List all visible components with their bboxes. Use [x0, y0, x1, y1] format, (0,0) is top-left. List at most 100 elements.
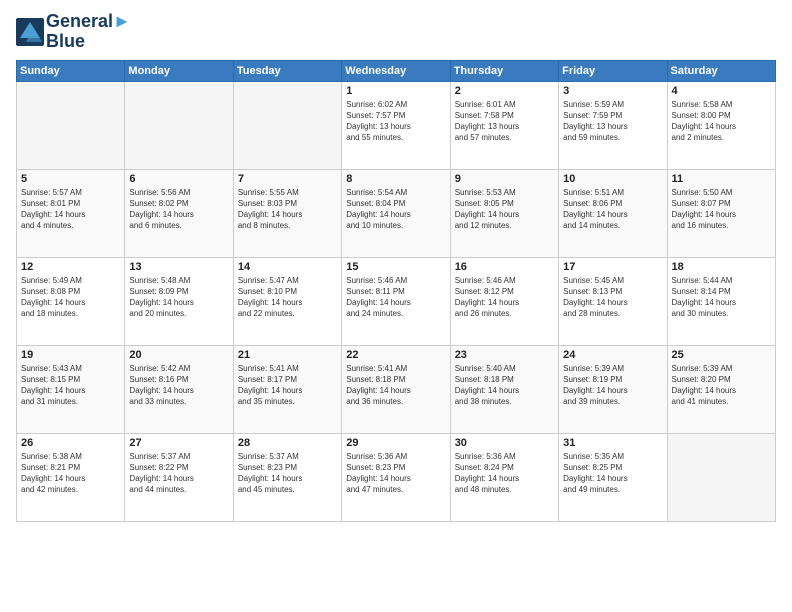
day-number: 15 — [346, 261, 445, 273]
day-number: 22 — [346, 349, 445, 361]
day-number: 27 — [129, 437, 228, 449]
calendar-cell — [667, 433, 775, 521]
day-info: Sunrise: 6:01 AM Sunset: 7:58 PM Dayligh… — [455, 99, 554, 144]
day-number: 29 — [346, 437, 445, 449]
calendar-cell — [233, 81, 341, 169]
calendar-cell: 7 Sunrise: 5:55 AM Sunset: 8:03 PM Daylig… — [233, 169, 341, 257]
day-info: Sunrise: 5:47 AM Sunset: 8:10 PM Dayligh… — [238, 275, 337, 320]
day-info: Sunrise: 5:43 AM Sunset: 8:15 PM Dayligh… — [21, 363, 120, 408]
calendar-cell — [125, 81, 233, 169]
week-row-3: 19 Sunrise: 5:43 AM Sunset: 8:15 PM Dayli… — [17, 345, 776, 433]
day-number: 30 — [455, 437, 554, 449]
day-number: 1 — [346, 85, 445, 97]
day-info: Sunrise: 5:55 AM Sunset: 8:03 PM Dayligh… — [238, 187, 337, 232]
day-number: 25 — [672, 349, 771, 361]
day-info: Sunrise: 5:56 AM Sunset: 8:02 PM Dayligh… — [129, 187, 228, 232]
day-number: 6 — [129, 173, 228, 185]
day-info: Sunrise: 5:36 AM Sunset: 8:23 PM Dayligh… — [346, 451, 445, 496]
calendar-cell: 24 Sunrise: 5:39 AM Sunset: 8:19 PM Dayli… — [559, 345, 667, 433]
calendar-cell: 12Sunrise: 5:49 AM Sunset: 8:08 PM Dayli… — [17, 257, 125, 345]
day-info: Sunrise: 5:46 AM Sunset: 8:12 PM Dayligh… — [455, 275, 554, 320]
logo-icon — [16, 18, 44, 46]
calendar-cell: 25 Sunrise: 5:39 AM Sunset: 8:20 PM Dayli… — [667, 345, 775, 433]
day-info: Sunrise: 5:37 AM Sunset: 8:22 PM Dayligh… — [129, 451, 228, 496]
calendar-cell: 17 Sunrise: 5:45 AM Sunset: 8:13 PM Dayli… — [559, 257, 667, 345]
weekday-header-row: SundayMondayTuesdayWednesdayThursdayFrid… — [17, 60, 776, 81]
calendar-cell: 15 Sunrise: 5:46 AM Sunset: 8:11 PM Dayli… — [342, 257, 450, 345]
day-number: 4 — [672, 85, 771, 97]
calendar-cell — [17, 81, 125, 169]
day-info: Sunrise: 5:58 AM Sunset: 8:00 PM Dayligh… — [672, 99, 771, 144]
day-number: 7 — [238, 173, 337, 185]
day-info: Sunrise: 5:41 AM Sunset: 8:18 PM Dayligh… — [346, 363, 445, 408]
calendar-cell: 9 Sunrise: 5:53 AM Sunset: 8:05 PM Daylig… — [450, 169, 558, 257]
day-number: 3 — [563, 85, 662, 97]
day-number: 23 — [455, 349, 554, 361]
day-number: 11 — [672, 173, 771, 185]
day-info: Sunrise: 5:40 AM Sunset: 8:18 PM Dayligh… — [455, 363, 554, 408]
day-info: Sunrise: 5:59 AM Sunset: 7:59 PM Dayligh… — [563, 99, 662, 144]
day-number: 18 — [672, 261, 771, 273]
calendar-cell: 10Sunrise: 5:51 AM Sunset: 8:06 PM Dayli… — [559, 169, 667, 257]
day-number: 26 — [21, 437, 120, 449]
week-row-2: 12Sunrise: 5:49 AM Sunset: 8:08 PM Dayli… — [17, 257, 776, 345]
logo: General► Blue — [16, 12, 131, 52]
day-info: Sunrise: 5:57 AM Sunset: 8:01 PM Dayligh… — [21, 187, 120, 232]
weekday-header-saturday: Saturday — [667, 60, 775, 81]
day-number: 2 — [455, 85, 554, 97]
calendar-cell: 29 Sunrise: 5:36 AM Sunset: 8:23 PM Dayli… — [342, 433, 450, 521]
day-number: 9 — [455, 173, 554, 185]
weekday-header-tuesday: Tuesday — [233, 60, 341, 81]
day-number: 31 — [563, 437, 662, 449]
day-number: 19 — [21, 349, 120, 361]
day-info: Sunrise: 5:53 AM Sunset: 8:05 PM Dayligh… — [455, 187, 554, 232]
week-row-1: 5 Sunrise: 5:57 AM Sunset: 8:01 PM Daylig… — [17, 169, 776, 257]
day-info: Sunrise: 5:38 AM Sunset: 8:21 PM Dayligh… — [21, 451, 120, 496]
week-row-0: 1 Sunrise: 6:02 AM Sunset: 7:57 PM Daylig… — [17, 81, 776, 169]
calendar-cell: 5 Sunrise: 5:57 AM Sunset: 8:01 PM Daylig… — [17, 169, 125, 257]
day-number: 14 — [238, 261, 337, 273]
week-row-4: 26 Sunrise: 5:38 AM Sunset: 8:21 PM Dayli… — [17, 433, 776, 521]
day-number: 24 — [563, 349, 662, 361]
weekday-header-sunday: Sunday — [17, 60, 125, 81]
day-number: 21 — [238, 349, 337, 361]
calendar-cell: 2 Sunrise: 6:01 AM Sunset: 7:58 PM Daylig… — [450, 81, 558, 169]
day-info: Sunrise: 5:42 AM Sunset: 8:16 PM Dayligh… — [129, 363, 228, 408]
calendar-cell: 21 Sunrise: 5:41 AM Sunset: 8:17 PM Dayli… — [233, 345, 341, 433]
day-info: Sunrise: 5:39 AM Sunset: 8:19 PM Dayligh… — [563, 363, 662, 408]
weekday-header-monday: Monday — [125, 60, 233, 81]
day-info: Sunrise: 5:45 AM Sunset: 8:13 PM Dayligh… — [563, 275, 662, 320]
day-info: Sunrise: 5:36 AM Sunset: 8:24 PM Dayligh… — [455, 451, 554, 496]
calendar-cell: 23 Sunrise: 5:40 AM Sunset: 8:18 PM Dayli… — [450, 345, 558, 433]
calendar-cell: 27 Sunrise: 5:37 AM Sunset: 8:22 PM Dayli… — [125, 433, 233, 521]
page: General► Blue SundayMondayTuesdayWednesd… — [0, 0, 792, 612]
calendar-cell: 26 Sunrise: 5:38 AM Sunset: 8:21 PM Dayli… — [17, 433, 125, 521]
calendar-cell: 28Sunrise: 5:37 AM Sunset: 8:23 PM Dayli… — [233, 433, 341, 521]
day-number: 5 — [21, 173, 120, 185]
calendar-table: SundayMondayTuesdayWednesdayThursdayFrid… — [16, 60, 776, 522]
day-number: 12 — [21, 261, 120, 273]
day-number: 17 — [563, 261, 662, 273]
weekday-header-wednesday: Wednesday — [342, 60, 450, 81]
calendar-cell: 22 Sunrise: 5:41 AM Sunset: 8:18 PM Dayli… — [342, 345, 450, 433]
day-info: Sunrise: 5:39 AM Sunset: 8:20 PM Dayligh… — [672, 363, 771, 408]
calendar-cell: 11 Sunrise: 5:50 AM Sunset: 8:07 PM Dayli… — [667, 169, 775, 257]
day-info: Sunrise: 5:50 AM Sunset: 8:07 PM Dayligh… — [672, 187, 771, 232]
day-number: 13 — [129, 261, 228, 273]
calendar-cell: 4 Sunrise: 5:58 AM Sunset: 8:00 PM Daylig… — [667, 81, 775, 169]
day-info: Sunrise: 5:35 AM Sunset: 8:25 PM Dayligh… — [563, 451, 662, 496]
calendar-cell: 14 Sunrise: 5:47 AM Sunset: 8:10 PM Dayli… — [233, 257, 341, 345]
header: General► Blue — [16, 12, 776, 52]
day-info: Sunrise: 5:41 AM Sunset: 8:17 PM Dayligh… — [238, 363, 337, 408]
day-info: Sunrise: 5:54 AM Sunset: 8:04 PM Dayligh… — [346, 187, 445, 232]
day-number: 16 — [455, 261, 554, 273]
day-number: 8 — [346, 173, 445, 185]
day-info: Sunrise: 5:46 AM Sunset: 8:11 PM Dayligh… — [346, 275, 445, 320]
day-info: Sunrise: 5:48 AM Sunset: 8:09 PM Dayligh… — [129, 275, 228, 320]
day-info: Sunrise: 6:02 AM Sunset: 7:57 PM Dayligh… — [346, 99, 445, 144]
calendar-cell: 31 Sunrise: 5:35 AM Sunset: 8:25 PM Dayli… — [559, 433, 667, 521]
calendar-cell: 3 Sunrise: 5:59 AM Sunset: 7:59 PM Daylig… — [559, 81, 667, 169]
calendar-cell: 16 Sunrise: 5:46 AM Sunset: 8:12 PM Dayli… — [450, 257, 558, 345]
calendar-cell: 18Sunrise: 5:44 AM Sunset: 8:14 PM Dayli… — [667, 257, 775, 345]
calendar-cell: 19 Sunrise: 5:43 AM Sunset: 8:15 PM Dayli… — [17, 345, 125, 433]
